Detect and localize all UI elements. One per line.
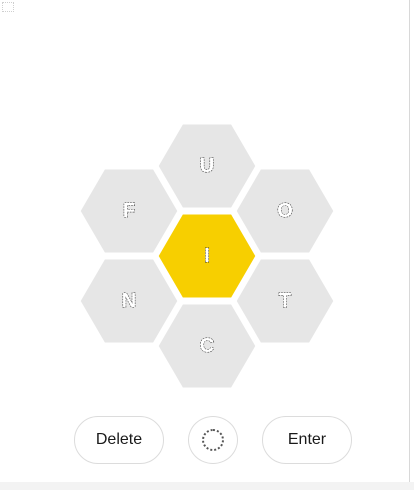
delete-button[interactable]: Delete xyxy=(74,416,164,464)
game-page: U F O I N T C Delete Enter xyxy=(0,0,414,490)
cell-letter: I xyxy=(204,245,210,267)
controls-bar: Delete Enter xyxy=(0,416,414,466)
enter-button-label: Enter xyxy=(287,431,327,448)
enter-button[interactable]: Enter xyxy=(262,416,352,464)
cell-letter: O xyxy=(277,200,293,222)
delete-button-label: Delete xyxy=(95,431,143,448)
cell-letter: T xyxy=(279,290,291,312)
cell-letter: F xyxy=(123,200,135,222)
footer-strip xyxy=(0,482,414,490)
shuffle-button[interactable] xyxy=(188,416,238,464)
shuffle-icon xyxy=(202,429,224,451)
cell-letter: N xyxy=(122,290,136,312)
hive: U F O I N T C xyxy=(77,121,337,391)
cell-letter: U xyxy=(200,155,214,177)
cell-letter: C xyxy=(200,335,214,357)
